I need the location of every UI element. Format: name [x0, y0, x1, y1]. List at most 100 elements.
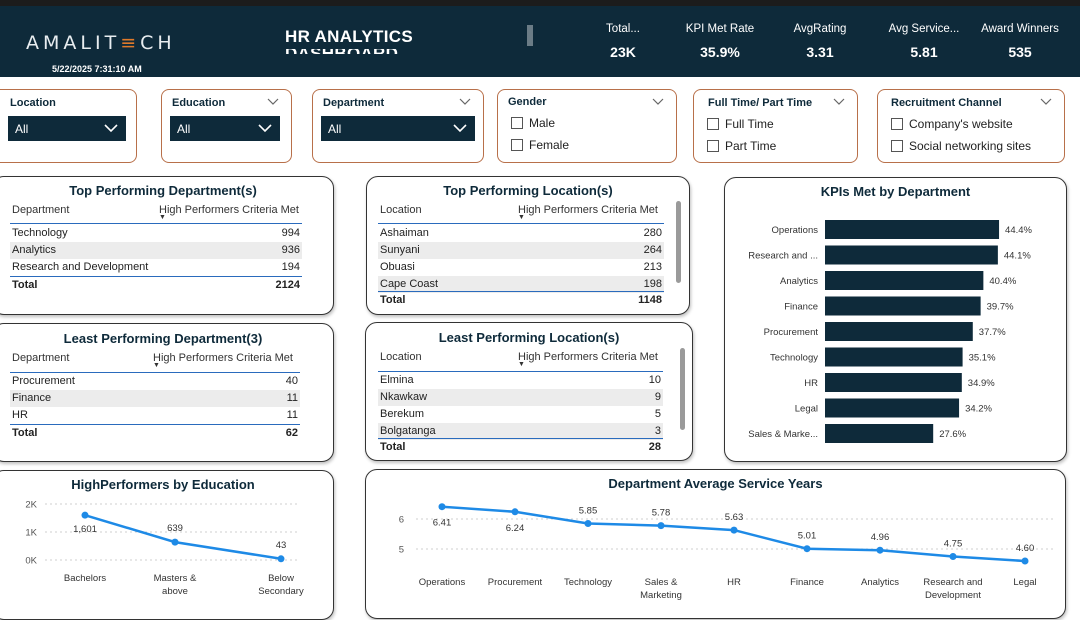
- checkbox[interactable]: [891, 118, 903, 130]
- bar-category-label: Legal: [795, 404, 818, 415]
- bar: [825, 322, 973, 341]
- column-header[interactable]: High Performers Criteria Met: [518, 204, 658, 216]
- chevron-down-icon: [453, 124, 467, 133]
- table-total-row: Total 1148: [378, 291, 664, 308]
- checkbox[interactable]: [511, 139, 523, 151]
- employment-option-part-time[interactable]: Part Time: [707, 139, 776, 153]
- table-scrollbar[interactable]: [680, 348, 685, 430]
- least-locations-card: Least Performing Location(s) Location Hi…: [365, 322, 693, 461]
- chevron-down-icon[interactable]: [1040, 96, 1052, 106]
- service-years-chart-card: Department Average Service Years 5 6 6.41 O…: [365, 469, 1066, 619]
- header-underline: [378, 223, 664, 224]
- column-header[interactable]: Department: [12, 352, 69, 364]
- sort-desc-icon: ▼: [159, 214, 166, 221]
- bar-category-label: HR: [804, 378, 818, 389]
- department-dropdown[interactable]: All: [321, 116, 475, 141]
- table-row[interactable]: Analytics 936: [10, 242, 302, 259]
- x-tick-label: Bachelors: [64, 573, 106, 584]
- data-point: [730, 526, 738, 534]
- education-dropdown[interactable]: All: [170, 116, 280, 141]
- kpi-card-kpi-met-rate[interactable]: KPI Met Rate 35.9%: [670, 23, 770, 60]
- table-row[interactable]: Ashaiman 280: [378, 225, 664, 242]
- table-scrollbar[interactable]: [676, 201, 681, 283]
- x-tick-label: Below Secondary: [258, 573, 304, 597]
- y-tick-label: 2K: [25, 500, 37, 511]
- kpi-card-avg-rating[interactable]: AvgRating 3.31: [770, 23, 870, 60]
- gender-option-female[interactable]: Female: [511, 138, 569, 152]
- report-title: HR ANALYTICS: [285, 27, 413, 46]
- bar-category-label: Finance: [784, 302, 818, 313]
- data-label: 5.01: [798, 531, 817, 542]
- header-underline: [10, 223, 302, 224]
- kpi-card-award-winners[interactable]: Award Winners 535: [970, 23, 1070, 60]
- table-row[interactable]: Technology 994: [10, 225, 302, 242]
- data-point: [584, 520, 592, 527]
- gender-option-male[interactable]: Male: [511, 116, 555, 130]
- bar: [825, 424, 934, 443]
- x-tick-label: Procurement: [488, 577, 543, 588]
- bar-data-label: 39.7%: [987, 302, 1014, 313]
- kpi-card-total[interactable]: Total... 23K: [573, 23, 673, 60]
- data-point: [81, 511, 89, 519]
- table-row[interactable]: Obuasi 213: [378, 259, 664, 276]
- table-row[interactable]: Finance 11: [10, 390, 300, 407]
- bar-category-label: Sales & Marke...: [748, 429, 818, 440]
- table-row[interactable]: HR 11: [10, 407, 300, 424]
- column-header[interactable]: High Performers Criteria Met: [153, 352, 293, 364]
- employment-option-full-time[interactable]: Full Time: [707, 117, 774, 131]
- table-row[interactable]: Procurement 40: [10, 373, 300, 390]
- kpi-value: 535: [1008, 44, 1032, 60]
- department-slicer: Department All: [312, 89, 484, 163]
- column-header[interactable]: Location: [380, 204, 422, 216]
- column-header[interactable]: High Performers Criteria Met: [518, 351, 658, 363]
- kpi-label: Avg Service...: [888, 23, 960, 35]
- data-point: [657, 522, 665, 530]
- x-tick-label: Research and Development: [923, 577, 982, 601]
- bar-data-label: 40.4%: [989, 276, 1016, 287]
- card-title: Least Performing Location(s): [438, 330, 620, 345]
- chevron-down-icon[interactable]: [833, 96, 845, 106]
- chevron-down-icon: [104, 124, 118, 133]
- bar: [825, 347, 963, 367]
- kpi-label: AvgRating: [793, 23, 847, 35]
- bar-category-label: Research and ...: [748, 251, 818, 262]
- x-tick-label: Technology: [564, 577, 612, 588]
- table-row[interactable]: Sunyani 264: [378, 242, 664, 259]
- checkbox[interactable]: [891, 140, 903, 152]
- column-header[interactable]: Location: [380, 351, 422, 363]
- y-tick-label: 1K: [25, 528, 37, 539]
- recruitment-option-social-networking[interactable]: Social networking sites: [891, 139, 1031, 153]
- checkbox[interactable]: [707, 118, 719, 130]
- location-slicer: Location All: [0, 89, 137, 163]
- chevron-down-icon[interactable]: [267, 96, 279, 106]
- checkbox[interactable]: [511, 117, 523, 129]
- kpi-card-avg-service[interactable]: Avg Service... 5.81: [874, 23, 974, 60]
- data-point: [438, 503, 446, 511]
- location-dropdown[interactable]: All: [8, 116, 126, 141]
- x-tick-label: Finance: [790, 577, 824, 588]
- table-row[interactable]: Elmina 10: [378, 372, 663, 389]
- kpi-label: KPI Met Rate: [685, 23, 755, 35]
- bar-data-label: 35.1%: [969, 353, 996, 364]
- column-header[interactable]: Department: [12, 204, 69, 216]
- table-row[interactable]: Nkawkaw 9: [378, 389, 663, 406]
- chevron-down-icon[interactable]: [459, 96, 471, 106]
- x-tick-label: Sales & Marketing: [640, 577, 682, 601]
- card-title: Top Performing Department(s): [69, 183, 257, 198]
- checkbox[interactable]: [707, 140, 719, 152]
- table-total-row: Total 28: [378, 438, 663, 455]
- slicer-title: Gender: [508, 96, 547, 108]
- column-header[interactable]: High Performers Criteria Met: [159, 204, 299, 216]
- bar: [825, 296, 981, 316]
- top-locations-table: Location High Performers Criteria Met ▼ …: [378, 204, 664, 309]
- data-point: [171, 538, 179, 546]
- chevron-down-icon[interactable]: [652, 96, 664, 106]
- bar: [825, 245, 998, 265]
- table-total-row: Total 2124: [10, 276, 302, 293]
- table-row[interactable]: Research and Development 194: [10, 259, 302, 276]
- x-tick-label: HR: [727, 577, 741, 588]
- data-label: 5.78: [652, 508, 671, 519]
- data-label: 5.63: [725, 512, 744, 523]
- recruitment-option-company-website[interactable]: Company's website: [891, 117, 1013, 131]
- table-row[interactable]: Berekum 5: [378, 406, 663, 423]
